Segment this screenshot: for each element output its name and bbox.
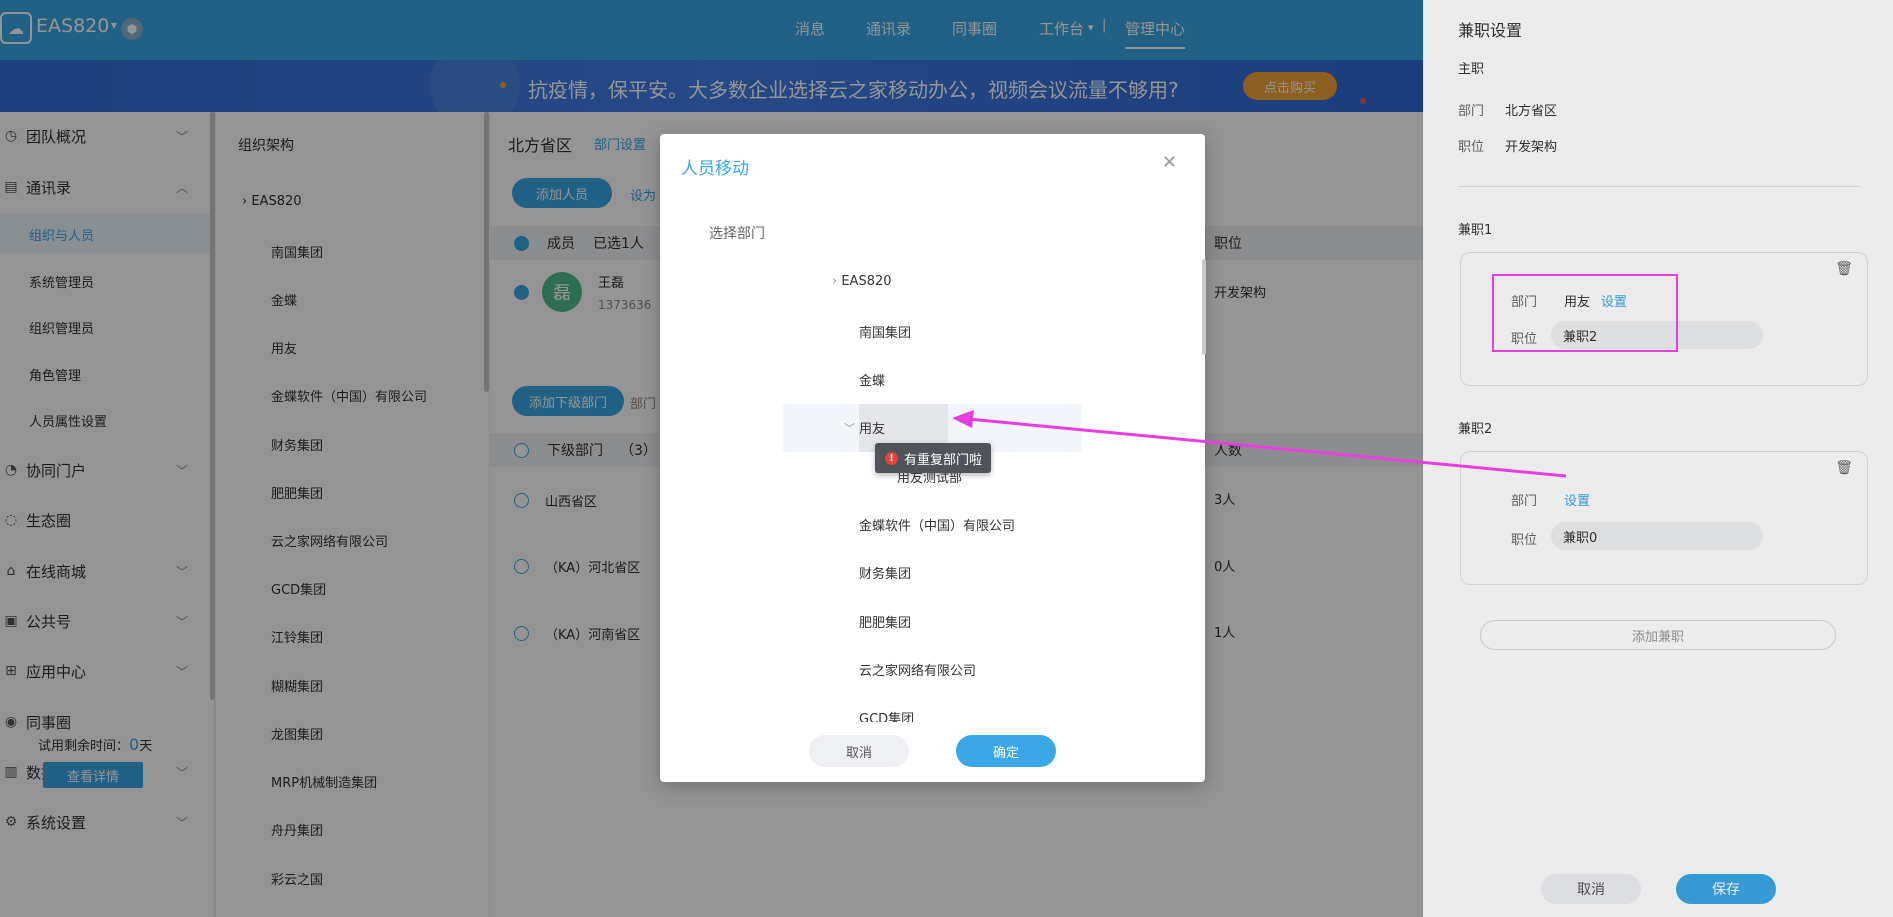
tree-item[interactable]: GCD集团 (859, 712, 914, 722)
tree-item[interactable]: 金蝶软件（中国）有限公司 (859, 515, 1015, 534)
drawer-cancel-button[interactable]: 取消 (1541, 874, 1641, 904)
tooltip-text: 有重复部门啦 (904, 452, 983, 468)
set-dept-link[interactable]: 设置 (1564, 490, 1590, 509)
tree-root[interactable]: › EAS820 (832, 274, 892, 289)
part-time-2-position-input[interactable]: 兼职0 (1551, 522, 1763, 550)
tree-item[interactable]: 金蝶 (859, 370, 885, 389)
pos-label: 职位 (1511, 533, 1538, 548)
modal-scrollbar[interactable] (1202, 259, 1206, 355)
trash-icon[interactable]: 🗑 (1835, 261, 1853, 277)
tree-item[interactable]: 云之家网络有限公司 (859, 660, 976, 679)
drawer-save-button[interactable]: 保存 (1676, 874, 1776, 904)
annotation-highlight-box (1492, 274, 1678, 352)
tree-item[interactable]: 南国集团 (859, 322, 911, 341)
close-icon[interactable]: ✕ (1162, 152, 1177, 173)
tree-root-label: EAS820 (841, 274, 892, 289)
dept-label: 部门 (1511, 494, 1538, 509)
dept-label: 部门 (1458, 104, 1485, 119)
part-time-2-title: 兼职2 (1458, 422, 1493, 437)
warning-icon: ! (885, 451, 898, 465)
pos-label: 职位 (1458, 140, 1485, 155)
main-dept-value: 北方省区 (1505, 104, 1558, 119)
part-time-2-card: 🗑 部门 设置 职位 兼职0 (1460, 451, 1868, 585)
select-dept-label: 选择部门 (709, 226, 765, 242)
modal-cancel-button[interactable]: 取消 (809, 735, 909, 767)
modal-title: 人员移动 (681, 159, 749, 179)
tree-item-clip: GCD集团 (859, 708, 914, 722)
trash-icon[interactable]: 🗑 (1835, 460, 1853, 476)
tree-item-selected[interactable]: 用友 (859, 418, 885, 437)
duplicate-dept-tooltip: ! 有重复部门啦 (875, 443, 991, 473)
modal-confirm-button[interactable]: 确定 (956, 735, 1056, 767)
chevron-down-icon[interactable]: ﹀ (844, 420, 855, 436)
move-person-modal: 人员移动 ✕ 选择部门 › EAS820 南国集团 金蝶 ﹀ 用友 用友测试部 … (660, 134, 1206, 782)
add-part-time-button[interactable]: 添加兼职 (1480, 620, 1836, 650)
part-time-drawer: 兼职设置 主职 部门 北方省区 职位 开发架构 兼职1 🗑 部门 用友 设置 职… (1423, 0, 1893, 917)
drawer-title: 兼职设置 (1458, 21, 1523, 40)
main-job-label: 主职 (1458, 62, 1485, 77)
tree-item[interactable]: 财务集团 (859, 563, 911, 582)
main-pos-value: 开发架构 (1505, 140, 1558, 155)
part-time-1-title: 兼职1 (1458, 223, 1493, 238)
chevron-right-icon: › (832, 274, 842, 289)
tree-item[interactable]: 肥肥集团 (859, 612, 911, 631)
divider (1458, 186, 1861, 187)
